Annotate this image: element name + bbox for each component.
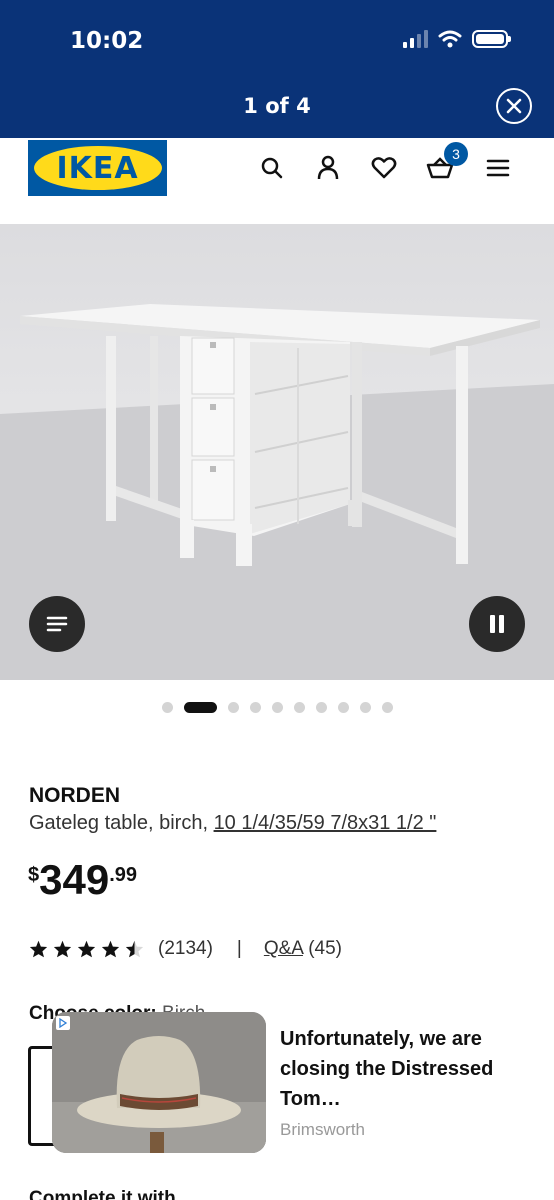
battery-icon [472, 30, 511, 48]
qa-count: (45) [308, 938, 343, 959]
list-icon[interactable] [29, 596, 85, 652]
cellular-signal-icon [403, 30, 428, 48]
carousel-dot[interactable] [183, 702, 217, 713]
product-name[interactable]: NORDEN [29, 784, 120, 808]
rating-stars [29, 940, 144, 958]
wifi-icon [438, 30, 462, 48]
qa-label[interactable]: Q&A [264, 938, 303, 959]
star-icon [125, 940, 144, 958]
ad-title[interactable]: Unfortunately, we are closing the Distre… [280, 1024, 530, 1114]
carousel-dots [0, 702, 554, 713]
carousel-dot[interactable] [227, 702, 239, 713]
price-currency: $ [28, 864, 40, 886]
heart-icon[interactable] [370, 154, 398, 182]
star-icon [29, 940, 48, 958]
star-icon [101, 940, 120, 958]
close-icon[interactable] [496, 88, 532, 124]
complete-it-heading: Complete it with [29, 1188, 176, 1200]
status-time: 10:02 [70, 28, 144, 54]
menu-icon[interactable] [484, 154, 512, 182]
qa-link[interactable]: Q&A (45) [264, 938, 342, 960]
product-measurements-link[interactable]: 10 1/4/35/59 7/8x31 1/2 " [214, 812, 437, 834]
product-description-text: Gateleg table, birch, [29, 812, 208, 834]
status-icons [403, 30, 511, 48]
carousel-dot[interactable] [359, 702, 371, 713]
carousel-dot[interactable] [315, 702, 327, 713]
ad-source[interactable]: Brimsworth [280, 1120, 365, 1140]
product-image[interactable] [0, 224, 554, 680]
adchoices-icon[interactable] [56, 1016, 70, 1030]
sponsored-ad[interactable]: Unfortunately, we are closing the Distre… [0, 1010, 554, 1160]
cart-count-badge: 3 [444, 142, 468, 166]
pause-icon[interactable] [469, 596, 525, 652]
star-icon [53, 940, 72, 958]
rating-separator: | [236, 938, 242, 959]
price-decimal: .99 [109, 864, 138, 886]
ikea-logo[interactable]: IKEA [28, 140, 167, 196]
viewer-header: 10:02 1 of 4 [0, 0, 554, 138]
site-header: IKEA [0, 138, 554, 224]
page-indicator: 1 of 4 [243, 94, 311, 118]
profile-icon[interactable] [314, 154, 342, 182]
product-description: Gateleg table, birch, 10 1/4/35/59 7/8x3… [29, 812, 436, 835]
carousel-dot[interactable] [293, 702, 305, 713]
product-price: $ 349 .99 [28, 858, 137, 902]
logo-oval: IKEA [33, 146, 162, 190]
carousel-dot[interactable] [161, 702, 173, 713]
star-icon [77, 940, 96, 958]
hat-photo [52, 1012, 266, 1153]
ad-image[interactable] [52, 1012, 266, 1153]
carousel-dot[interactable] [337, 702, 349, 713]
carousel-dot[interactable] [249, 702, 261, 713]
carousel-dot[interactable] [381, 702, 393, 713]
carousel-dot[interactable] [271, 702, 283, 713]
search-icon[interactable] [258, 154, 286, 182]
product-rating[interactable]: (2134) | Q&A (45) [29, 938, 342, 960]
logo-text: IKEA [56, 150, 139, 186]
rating-count[interactable]: (2134) [158, 938, 213, 960]
price-integer: 349 [39, 856, 110, 903]
